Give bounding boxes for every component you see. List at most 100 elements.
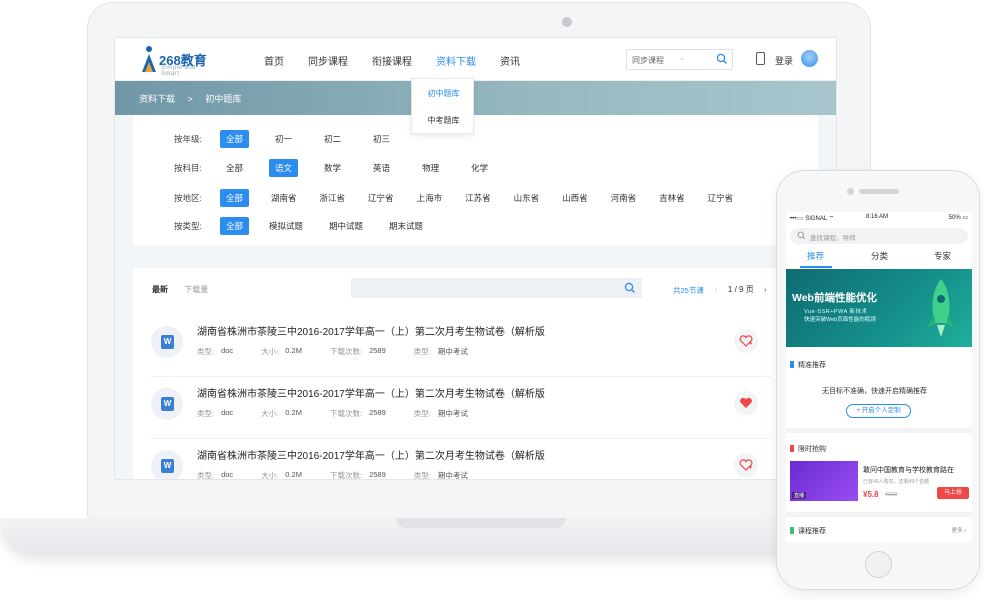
filter-chip[interactable]: 期末试题 xyxy=(383,217,429,235)
course-title[interactable]: 敢问中国教育与学校教育路在 xyxy=(863,465,954,475)
list-item[interactable]: W 湖南省株洲市茶陵三中2016-2017学年高一（上）第二次月考生物试卷（解析… xyxy=(133,378,836,438)
battery-indicator: 50% ▭ xyxy=(948,215,968,221)
search-placeholder: 查找课程、导师 xyxy=(810,235,856,242)
banner-title: Web前端性能优化 xyxy=(792,292,877,304)
tab-experts[interactable]: 专家 xyxy=(934,250,951,262)
course-thumbnail[interactable]: 直播 xyxy=(790,461,858,501)
list-item-title[interactable]: 湖南省株洲市茶陵三中2016-2017学年高一（上）第二次月考生物试卷（解析版 xyxy=(197,323,545,338)
dropdown-item-junior-bank[interactable]: 初中题库 xyxy=(412,88,475,99)
filter-chip[interactable]: 辽宁省 xyxy=(362,189,400,207)
next-page-button[interactable]: › xyxy=(764,285,767,294)
home-button[interactable] xyxy=(865,551,892,578)
filter-chip[interactable]: 模拟试题 xyxy=(263,217,309,235)
nav-home[interactable]: 首页 xyxy=(264,53,284,68)
resource-list-panel: 最新 下载量 共25节课 ‹ 1 / 9 页 › W 湖南省株洲市茶陵三中201… xyxy=(133,268,836,479)
filter-chip[interactable]: 上海市 xyxy=(411,189,449,207)
promo-banner[interactable]: Web前端性能优化 Vue·SSR+PWA 新技术 快速突破Web页面性能的瓶颈 xyxy=(786,269,972,347)
filter-chip[interactable]: 辽宁省 xyxy=(702,189,740,207)
nav-news[interactable]: 资讯 xyxy=(500,53,520,68)
filter-chip[interactable]: 河南省 xyxy=(605,189,643,207)
filter-chip[interactable]: 物理 xyxy=(416,159,445,177)
nav-bridge-courses[interactable]: 衔接课程 xyxy=(372,53,412,68)
filter-row-region: 按地区: 全部 湖南省 浙江省 辽宁省 上海市 江苏省 山东省 山西省 河南省 … xyxy=(174,189,739,207)
search-category-select[interactable]: 同步课程 xyxy=(632,55,664,66)
main-nav: 首页 同步课程 衔接课程 资料下载 资讯 xyxy=(264,53,544,68)
course-old-price: ¥208 xyxy=(885,492,898,498)
filter-chip[interactable]: 山西省 xyxy=(556,189,594,207)
pagination: ‹ 1 / 9 页 › xyxy=(715,284,785,295)
heart-plus-icon xyxy=(739,459,753,471)
status-bar: •••○○ SIGNAL ⌔ 8:16 AM 50% ▭ xyxy=(786,212,972,222)
site-logo[interactable]: 268教育 Simple and Smart xyxy=(139,44,209,77)
favorite-button[interactable] xyxy=(734,329,758,353)
tab-latest[interactable]: 最新 xyxy=(152,285,168,294)
word-doc-icon: W xyxy=(151,450,183,479)
search-icon[interactable] xyxy=(716,53,728,65)
tab-recommend[interactable]: 推荐 xyxy=(807,250,824,262)
list-item-title[interactable]: 湖南省株洲市茶陵三中2016-2017学年高一（上）第二次月考生物试卷（解析版 xyxy=(197,385,545,400)
filter-row-type: 按类型: 全部 模拟试题 期中试题 期末试题 xyxy=(174,217,449,235)
login-link[interactable]: 登录 xyxy=(775,54,793,67)
filter-chip[interactable]: 全部 xyxy=(220,130,250,148)
filter-chip[interactable]: 英语 xyxy=(367,159,396,177)
chevron-down-icon: ⌄ xyxy=(679,55,685,62)
filter-chip[interactable]: 化学 xyxy=(465,159,494,177)
prev-page-button[interactable]: ‹ xyxy=(715,285,718,294)
mobile-app-icon[interactable] xyxy=(756,52,765,65)
filter-chip[interactable]: 吉林省 xyxy=(653,189,691,207)
logo-tagline: Simple and Smart xyxy=(161,65,197,77)
phone-tabs: 推荐 分类 专家 xyxy=(786,250,972,268)
list-item-title[interactable]: 湖南省株洲市茶陵三中2016-2017学年高一（上）第二次月考生物试卷（解析版 xyxy=(197,447,545,462)
filter-row-subject: 按科目: 全部 语文 数学 英语 物理 化学 xyxy=(174,159,514,177)
section-divider xyxy=(786,428,972,433)
nav-sync-courses[interactable]: 同步课程 xyxy=(308,53,348,68)
dropdown-item-zhongkao-bank[interactable]: 中考题库 xyxy=(412,115,475,126)
breadcrumb-current: 初中题库 xyxy=(205,94,242,104)
custom-plan-button[interactable]: + 开启个人定制 xyxy=(846,404,911,418)
phone-speaker xyxy=(859,189,899,194)
section-title: 课程推荐 xyxy=(790,526,826,536)
phone-search-input[interactable]: 查找课程、导师 xyxy=(790,228,968,244)
list-item-meta: 类型: doc 大小: 0.2M 下载次数: 2589 类型: 期中考试 xyxy=(197,346,468,356)
filter-chip[interactable]: 山东省 xyxy=(508,189,546,207)
tab-downloads[interactable]: 下载量 xyxy=(184,285,208,294)
laptop-camera xyxy=(562,17,572,27)
filter-chip[interactable]: 全部 xyxy=(220,189,250,207)
filter-chip[interactable]: 江苏省 xyxy=(459,189,497,207)
filter-chip[interactable]: 语文 xyxy=(269,159,299,177)
favorite-button[interactable] xyxy=(734,453,758,477)
filter-chip[interactable]: 初一 xyxy=(269,130,298,148)
tab-active-underline xyxy=(800,266,832,268)
list-item[interactable]: W 湖南省株洲市茶陵三中2016-2017学年高一（上）第二次月考生物试卷（解析… xyxy=(133,440,836,479)
list-item-meta: 类型: doc 大小: 0.2M 下载次数: 2589 类型: 期中考试 xyxy=(197,408,468,418)
filter-label: 按类型: xyxy=(174,221,202,231)
filter-chip[interactable]: 数学 xyxy=(318,159,347,177)
buy-now-button[interactable]: 马上抢 xyxy=(937,487,969,499)
list-item[interactable]: W 湖南省株洲市茶陵三中2016-2017学年高一（上）第二次月考生物试卷（解析… xyxy=(133,316,836,376)
list-search-input[interactable] xyxy=(351,278,642,298)
filter-chip[interactable]: 全部 xyxy=(220,217,250,235)
filter-chip[interactable]: 初三 xyxy=(367,130,396,148)
live-badge: 直播 xyxy=(792,492,807,499)
filter-label: 按地区: xyxy=(174,193,202,203)
filter-chip[interactable]: 初二 xyxy=(318,130,347,148)
logo-mark-icon xyxy=(142,46,156,72)
search-icon[interactable] xyxy=(624,282,636,294)
filter-chip[interactable]: 浙江省 xyxy=(314,189,352,207)
nav-downloads[interactable]: 资料下载 xyxy=(436,53,476,68)
downloads-dropdown-menu: 初中题库 中考题库 xyxy=(411,78,474,134)
section-title: 限时抢购 xyxy=(790,444,826,454)
result-count: 共25节课 xyxy=(673,286,704,295)
filter-chip[interactable]: 全部 xyxy=(220,159,249,177)
header-search-input[interactable]: 同步课程 ⌄ xyxy=(626,49,733,70)
laptop-notch xyxy=(396,518,566,528)
avatar[interactable] xyxy=(801,50,818,67)
tab-category[interactable]: 分类 xyxy=(871,250,888,262)
breadcrumb-downloads[interactable]: 资料下载 xyxy=(139,94,175,104)
more-link[interactable]: 更多 › xyxy=(952,526,966,534)
laptop-screen: 268教育 Simple and Smart 首页 同步课程 衔接课程 资料下载… xyxy=(114,37,837,480)
filter-label: 按年级: xyxy=(174,134,202,144)
favorite-button[interactable] xyxy=(734,391,758,415)
filter-chip[interactable]: 期中试题 xyxy=(323,217,369,235)
filter-chip[interactable]: 湖南省 xyxy=(265,189,303,207)
